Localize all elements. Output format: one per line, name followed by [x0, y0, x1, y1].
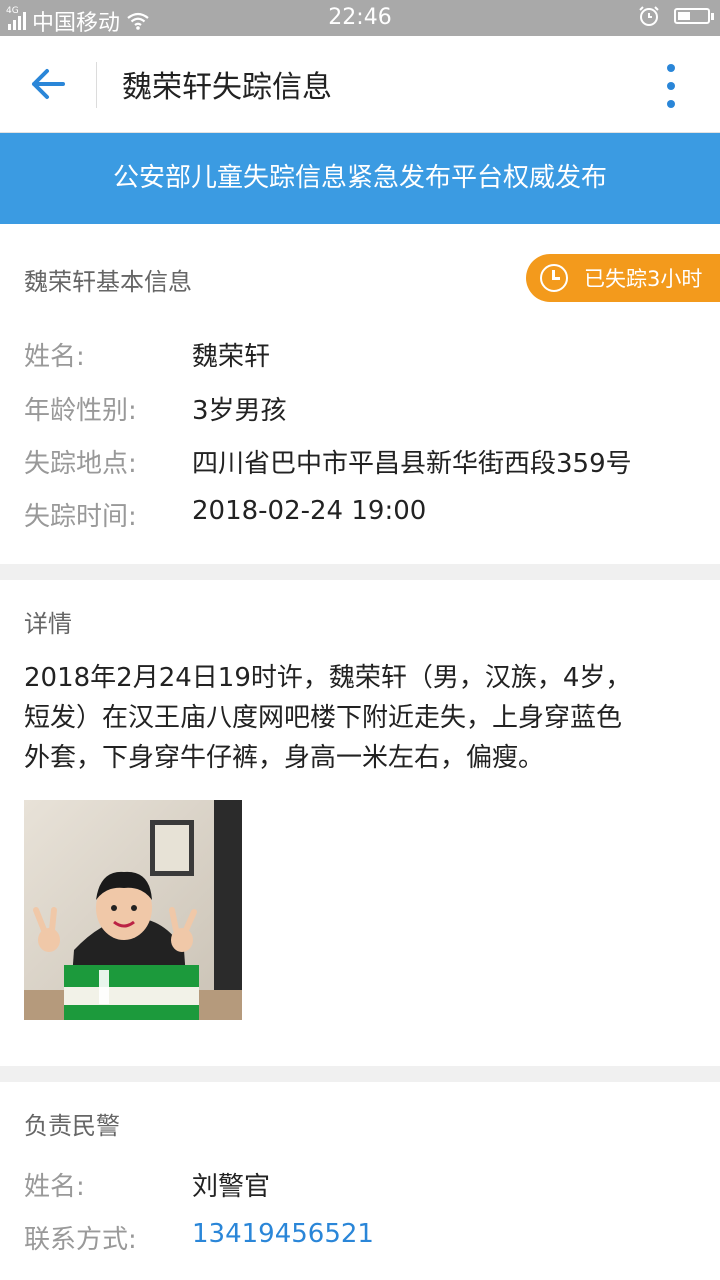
officer-header: 负责民警 — [24, 1112, 120, 1140]
info-value: 魏荣轩 — [192, 342, 271, 372]
more-vertical-icon[interactable] — [664, 64, 678, 108]
info-value: 四川省巴中市平昌县新华街西段359号 — [192, 449, 632, 479]
official-banner: 公安部儿童失踪信息紧急发布平台权威发布 — [0, 133, 720, 224]
arrow-left-icon[interactable] — [28, 64, 68, 104]
details-header: 详情 — [24, 610, 72, 638]
info-label: 姓名: — [24, 342, 85, 372]
battery-icon — [674, 8, 714, 24]
details-line: 外套，下身穿牛仔裤，身高一米左右，偏瘦。 — [24, 743, 545, 773]
info-label: 联系方式: — [24, 1225, 137, 1255]
info-value: 3岁男孩 — [192, 396, 287, 426]
info-label: 失踪时间: — [24, 502, 137, 532]
details-text: 2018年2月24日19时许，魏荣轩（男，汉族，4岁， 短发）在汉王庙八度网吧楼… — [24, 658, 704, 778]
info-value: 2018-02-24 19:00 — [192, 496, 427, 526]
details-line: 2018年2月24日19时许，魏荣轩（男，汉族，4岁， — [24, 663, 632, 693]
info-label: 失踪地点: — [24, 449, 137, 479]
app-bar: 魏荣轩失踪信息 — [0, 36, 720, 133]
missing-duration-badge: 已失踪3小时 — [526, 254, 720, 302]
section-divider — [0, 1066, 720, 1082]
info-value: 刘警官 — [192, 1172, 271, 1202]
status-bar: 4G 中国移动 22:46 — [0, 0, 720, 36]
alarm-icon — [639, 6, 659, 26]
section-divider — [0, 564, 720, 580]
phone-link[interactable]: 13419456521 — [192, 1219, 374, 1249]
status-time: 22:46 — [328, 5, 392, 30]
info-label: 姓名: — [24, 1172, 85, 1202]
clock-icon — [540, 264, 568, 292]
basic-info-header: 魏荣轩基本信息 — [24, 268, 192, 296]
app-bar-divider — [96, 62, 97, 108]
page-title: 魏荣轩失踪信息 — [122, 70, 332, 105]
basic-info-section: 魏荣轩基本信息 已失踪3小时 姓名: 魏荣轩 年龄性别: 3岁男孩 失踪地点: … — [0, 224, 720, 564]
child-photo[interactable] — [24, 800, 242, 1020]
info-label: 年龄性别: — [24, 396, 137, 426]
details-line: 短发）在汉王庙八度网吧楼下附近走失，上身穿蓝色 — [24, 703, 623, 733]
missing-duration-text: 已失踪3小时 — [584, 267, 703, 291]
